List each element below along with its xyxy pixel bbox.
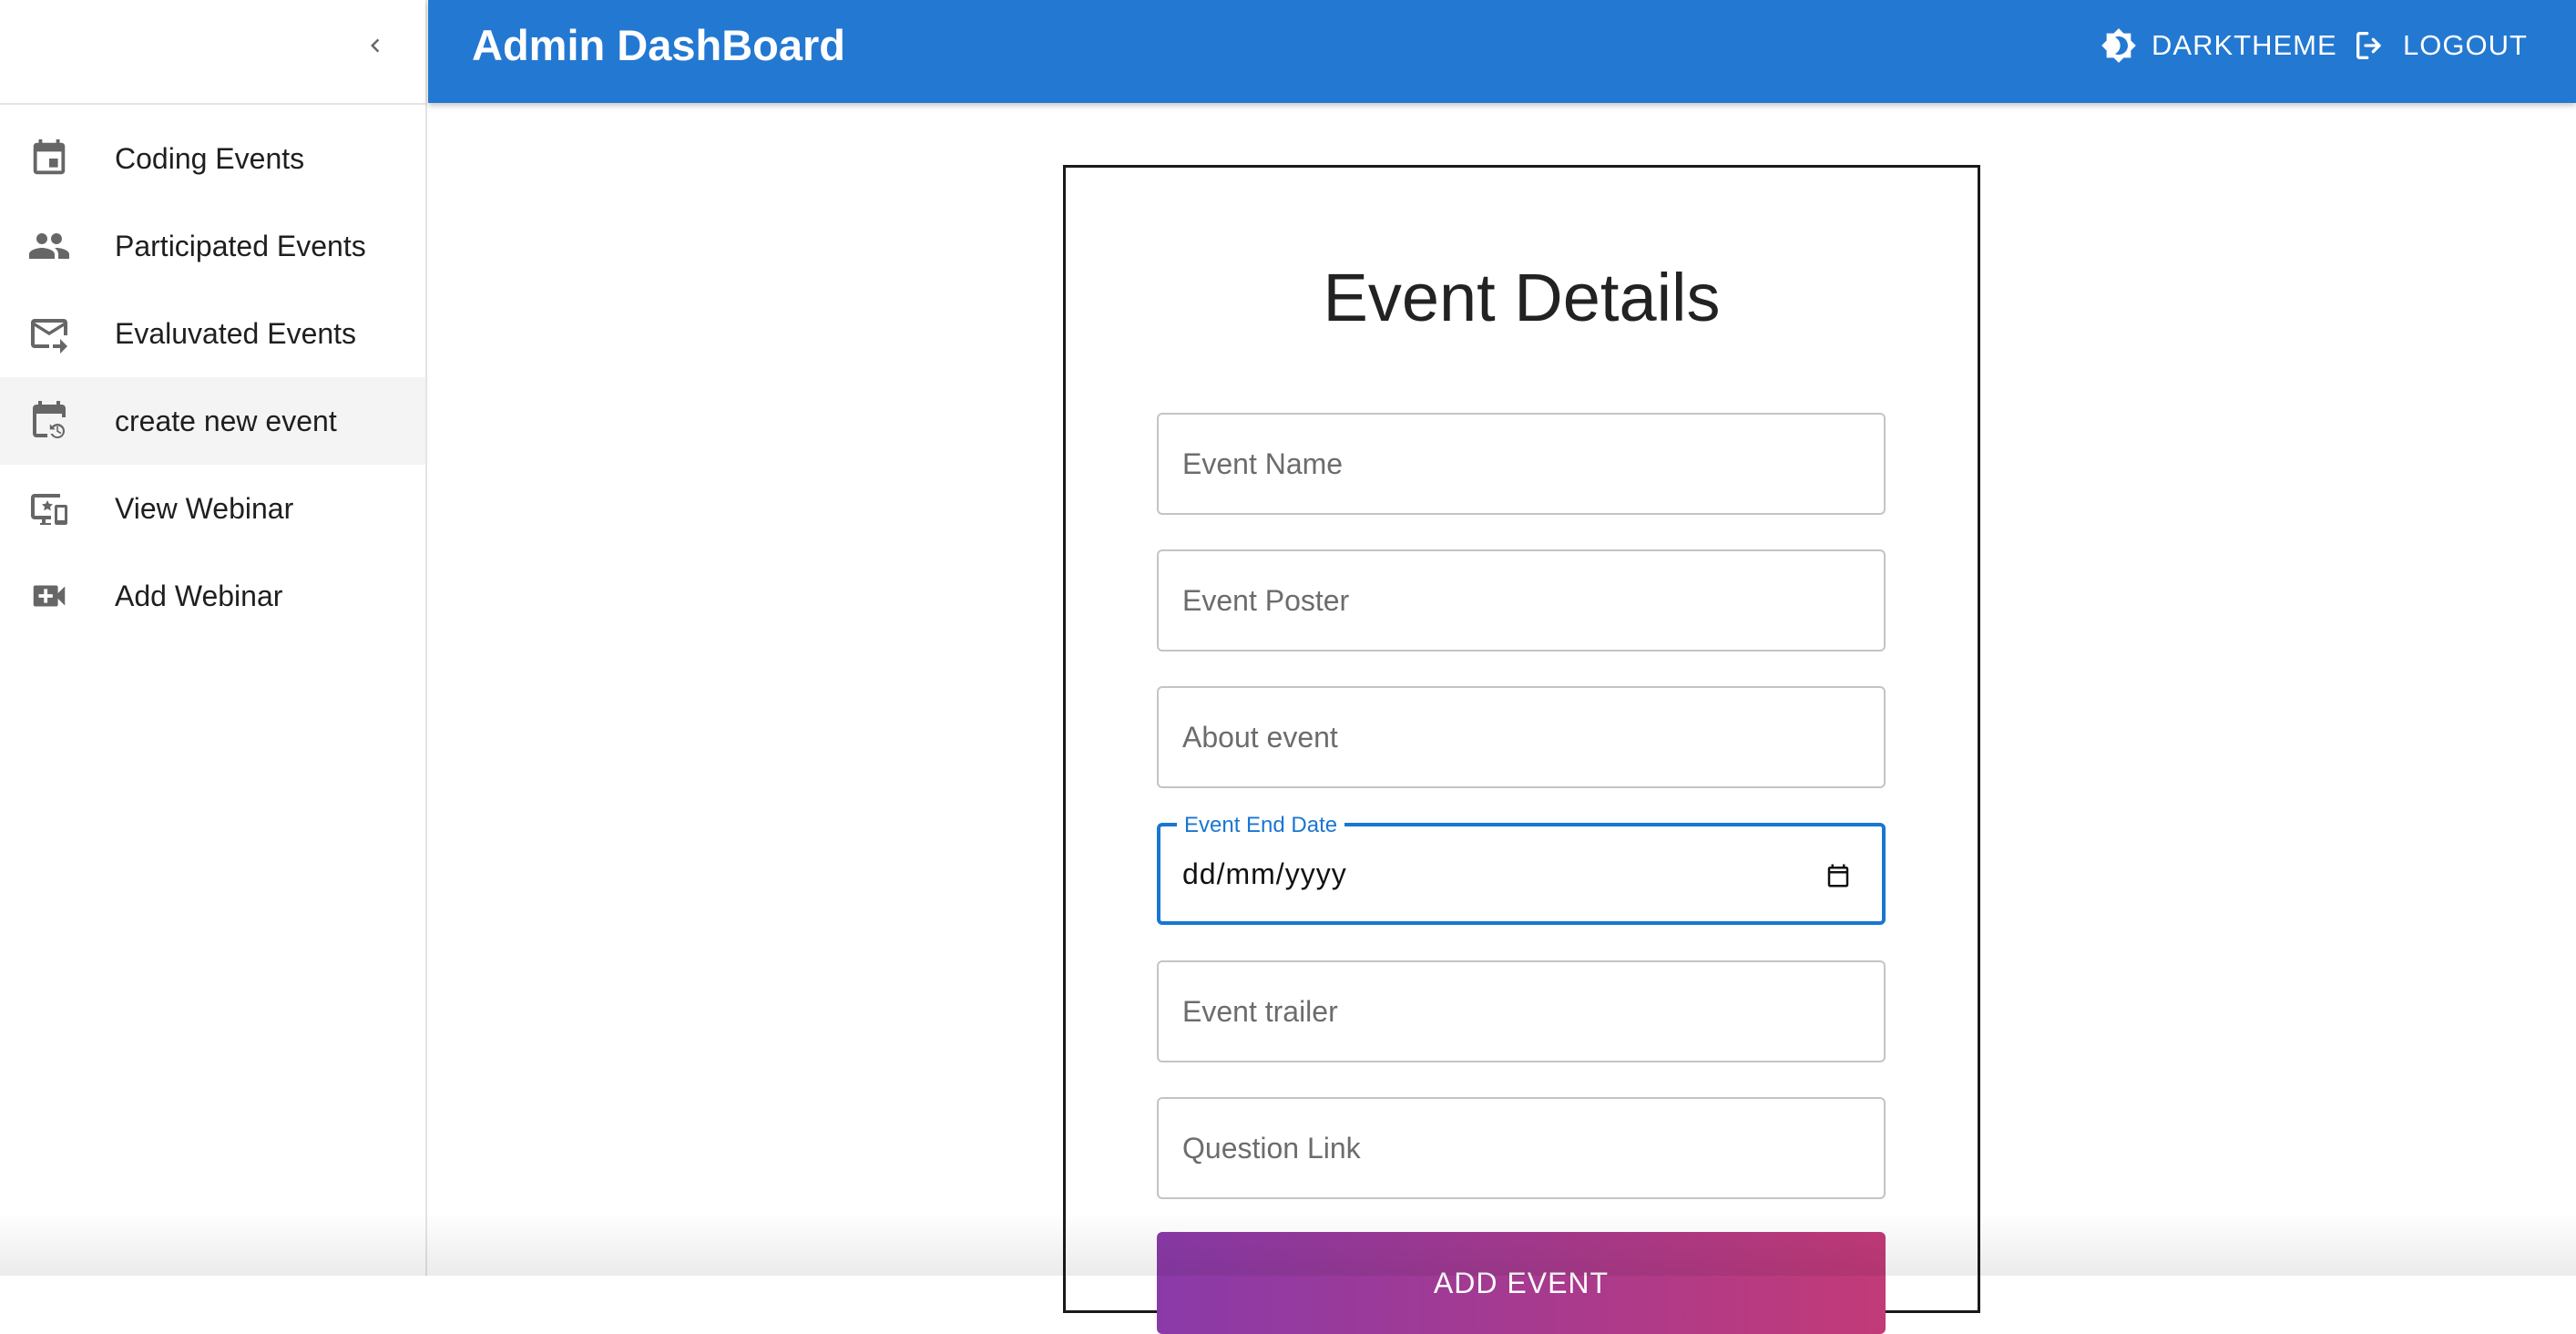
sidebar-nav: Coding Events Participated Events Evaluv… <box>0 105 425 640</box>
event-name-field <box>1157 413 1886 515</box>
event-details-card: Event Details Event End Date dd/mm/yyyy … <box>1063 165 1980 1313</box>
sidebar-item-view-webinar[interactable]: View Webinar <box>0 465 425 552</box>
event-poster-field <box>1157 549 1886 652</box>
question-link-input[interactable] <box>1159 1099 1884 1197</box>
logout-icon <box>2350 26 2390 66</box>
sidebar-item-add-webinar[interactable]: Add Webinar <box>0 552 425 640</box>
page-title: Admin DashBoard <box>472 20 845 70</box>
app-bar: Admin DashBoard DARKTHEME LOGOUT <box>428 0 2576 103</box>
logout-button[interactable]: LOGOUT <box>2350 22 2528 69</box>
sidebar-item-evaluvated-events[interactable]: Evaluvated Events <box>0 290 425 377</box>
add-event-button[interactable]: ADD EVENT <box>1157 1232 1886 1334</box>
sidebar-item-label: Evaluvated Events <box>115 317 356 351</box>
dark-theme-button[interactable]: DARKTHEME <box>2099 22 2337 69</box>
collapse-sidebar-button[interactable] <box>353 24 397 67</box>
brightness-icon <box>2099 26 2139 66</box>
sidebar-item-label: Add Webinar <box>115 580 282 613</box>
event-end-date-label: Event End Date <box>1177 813 1344 838</box>
people-icon <box>27 224 71 268</box>
chevron-left-icon <box>362 32 389 59</box>
sidebar-header <box>0 0 425 105</box>
event-trailer-field <box>1157 960 1886 1062</box>
sidebar-item-label: View Webinar <box>115 492 293 526</box>
sidebar-item-participated-events[interactable]: Participated Events <box>0 202 425 290</box>
sidebar-item-label: Participated Events <box>115 230 366 263</box>
sidebar-item-label: create new event <box>115 405 337 438</box>
sidebar-item-coding-events[interactable]: Coding Events <box>0 115 425 202</box>
sidebar-item-create-new-event[interactable]: create new event <box>0 377 425 465</box>
video-add-icon <box>27 574 71 618</box>
form-title: Event Details <box>1066 259 1978 336</box>
event-calendar-icon <box>27 137 71 180</box>
about-event-input[interactable] <box>1159 688 1884 786</box>
question-link-field <box>1157 1097 1886 1199</box>
event-trailer-input[interactable] <box>1159 962 1884 1061</box>
calendar-icon[interactable] <box>1822 859 1855 892</box>
monitor-star-icon <box>27 487 71 530</box>
event-end-date-field[interactable]: Event End Date dd/mm/yyyy <box>1157 823 1886 925</box>
event-name-input[interactable] <box>1159 415 1884 513</box>
calendar-history-icon <box>27 399 71 443</box>
mail-forward-icon <box>27 312 71 355</box>
logout-label: LOGOUT <box>2403 29 2528 62</box>
sidebar: Coding Events Participated Events Evaluv… <box>0 0 427 1276</box>
dark-theme-label: DARKTHEME <box>2152 29 2337 62</box>
event-poster-input[interactable] <box>1159 551 1884 650</box>
sidebar-item-label: Coding Events <box>115 142 304 176</box>
event-end-date-input[interactable]: dd/mm/yyyy <box>1182 857 1347 891</box>
about-event-field <box>1157 686 1886 788</box>
